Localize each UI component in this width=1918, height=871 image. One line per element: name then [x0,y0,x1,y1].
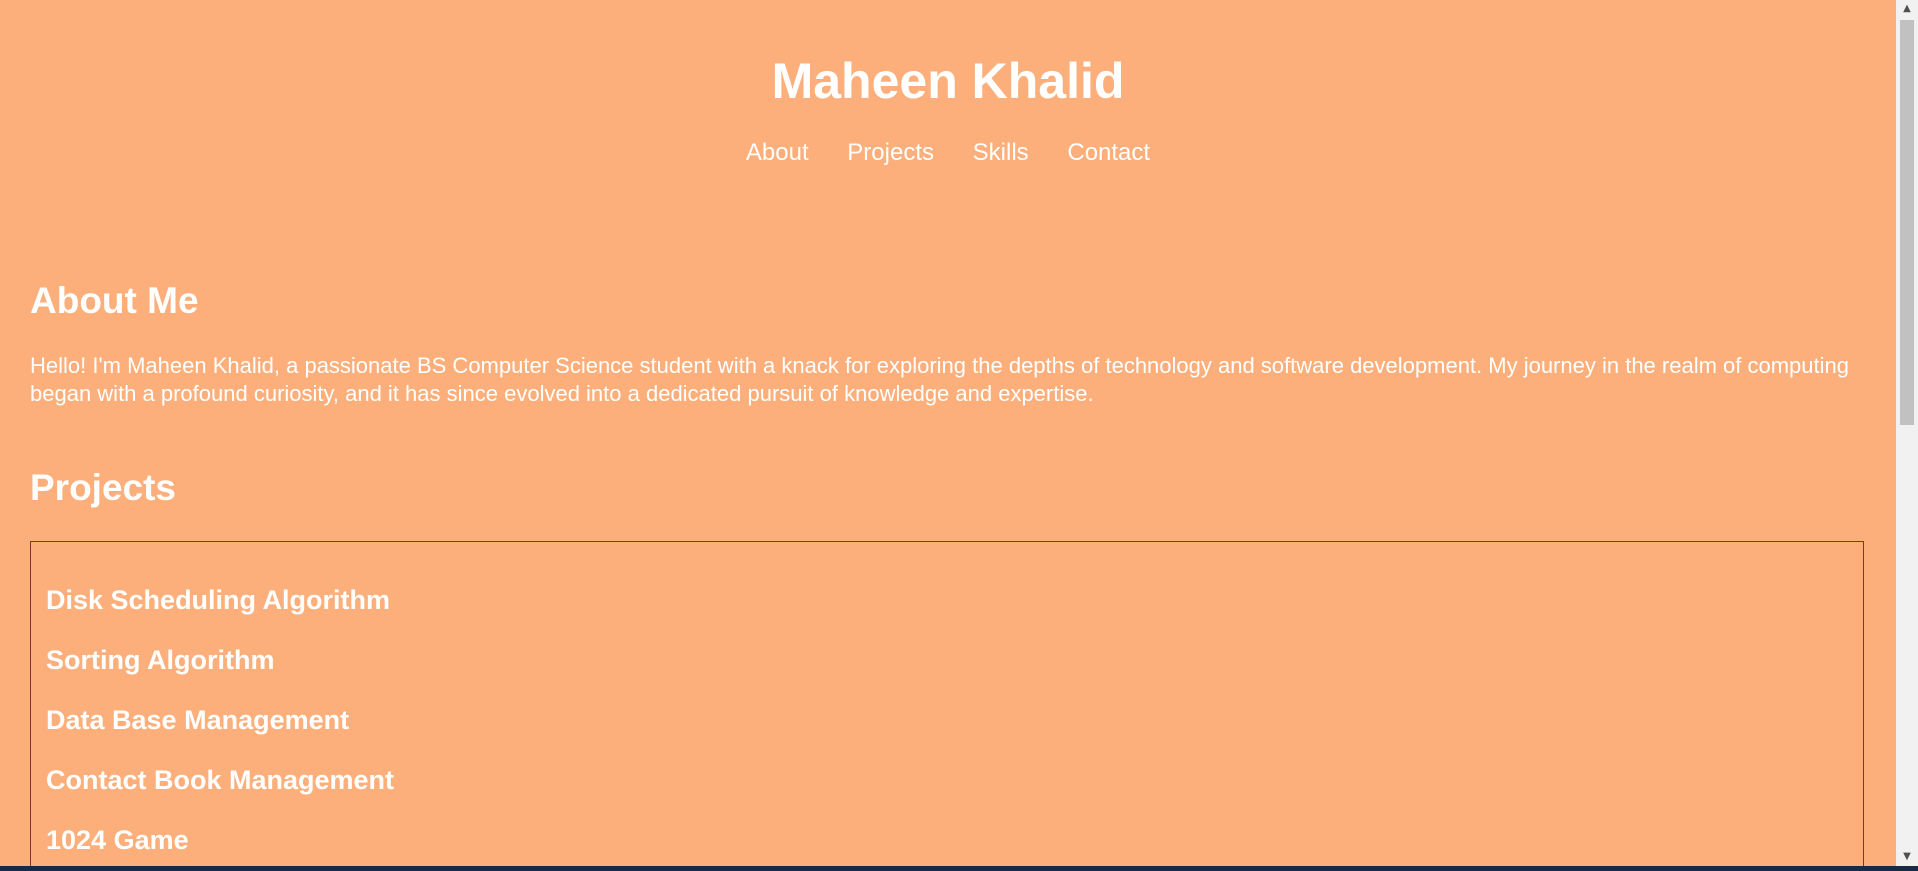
project-item-1024-game: 1024 Game [46,825,189,855]
scrollbar-thumb[interactable] [1900,20,1914,425]
project-item-disk-scheduling: Disk Scheduling Algorithm [46,585,391,615]
project-item-contact-book: Contact Book Management [46,765,395,795]
page-viewport: Maheen Khalid About Projects Skills Cont… [0,0,1896,866]
nav-link-about[interactable]: About [746,136,809,170]
nav-link-contact[interactable]: Contact [1067,136,1150,170]
about-paragraph: Hello! I'm Maheen Khalid, a passionate B… [30,353,1849,406]
vertical-scrollbar[interactable]: ▲ ▼ [1896,0,1918,866]
projects-heading: Projects [30,467,177,508]
taskbar-edge [0,866,1918,871]
nav-link-skills[interactable]: Skills [973,136,1029,170]
site-title: Maheen Khalid [771,53,1125,109]
nav-link-projects[interactable]: Projects [847,136,934,170]
scroll-up-arrow-icon[interactable]: ▲ [1896,0,1918,18]
main-nav: About Projects Skills Contact [0,136,1896,170]
project-item-sorting: Sorting Algorithm [46,645,275,675]
about-heading: About Me [30,280,199,321]
projects-list: Disk Scheduling Algorithm Sorting Algori… [30,541,1864,866]
scroll-down-arrow-icon[interactable]: ▼ [1896,848,1918,866]
project-item-database: Data Base Management [46,705,350,735]
